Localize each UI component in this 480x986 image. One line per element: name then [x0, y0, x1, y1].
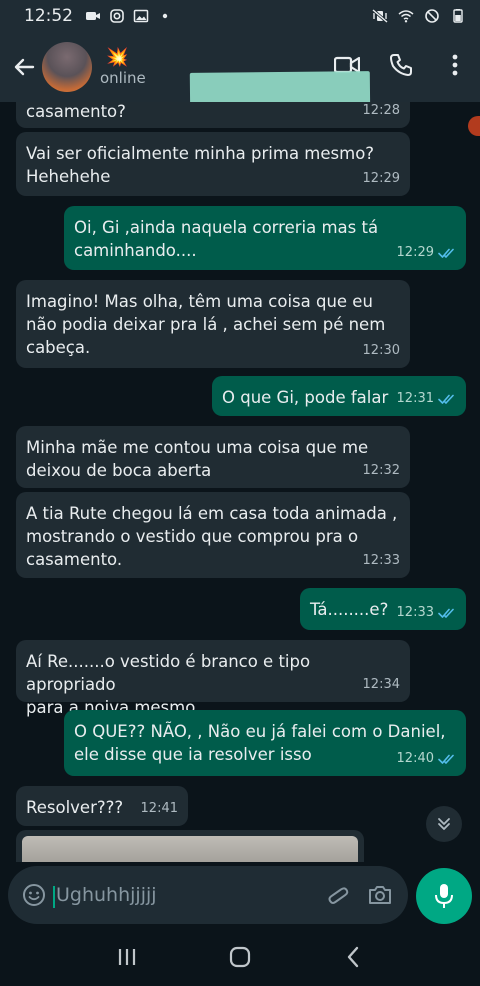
message-time: 12:30	[362, 343, 400, 358]
image-thumbnail	[22, 836, 358, 862]
message-incoming[interactable]: Imagino! Mas olha, têm uma coisa que eu …	[16, 280, 410, 368]
message-meta: 12:32	[363, 459, 400, 482]
arrow-left-icon	[14, 58, 35, 76]
message-meta: 12:33	[363, 549, 400, 572]
scroll-to-bottom-button[interactable]	[426, 806, 462, 842]
message-outgoing[interactable]: O que Gi, pode falar 12:31	[212, 376, 466, 416]
message-meta: 12:34	[363, 673, 400, 696]
message-time: 12:29	[362, 171, 400, 186]
message-incoming[interactable]: Aí Re.......o vestido é branco e tipo ap…	[16, 640, 410, 717]
message-time: 12:34	[362, 677, 400, 692]
message-text: Vai ser oficialmente minha prima mesmo? …	[26, 144, 375, 186]
instagram-icon	[110, 9, 124, 23]
back-nav-button[interactable]	[333, 937, 373, 977]
recent-apps-button[interactable]	[107, 937, 147, 977]
message-text: casamento?	[26, 102, 126, 121]
message-incoming[interactable]: Minha mãe me contou uma coisa que me dei…	[16, 426, 410, 488]
contact-status: online	[100, 69, 146, 87]
home-icon	[229, 946, 251, 968]
emoji-icon	[23, 884, 45, 906]
recent-apps-icon	[118, 949, 135, 965]
image-message[interactable]	[16, 830, 364, 862]
scroll-indicator	[468, 116, 480, 136]
message-meta: 12:31	[397, 387, 456, 410]
message-time: 12:33	[396, 605, 434, 620]
emoji-button[interactable]	[20, 881, 48, 909]
message-meta: 12:29	[363, 167, 400, 190]
read-receipt-icon	[438, 754, 454, 764]
message-meta: 12:33	[397, 601, 456, 624]
more-options-button[interactable]	[440, 50, 470, 80]
dot-icon	[162, 13, 168, 19]
read-receipt-icon	[438, 608, 454, 618]
message-outgoing[interactable]: Oi, Gi ,ainda naquela correria mas tá ca…	[64, 206, 466, 270]
camera-button[interactable]	[366, 881, 394, 909]
message-meta: 12:29	[397, 241, 456, 264]
camera-icon	[369, 886, 391, 904]
voice-call-button[interactable]	[386, 50, 416, 80]
system-navigation-bar	[0, 928, 480, 986]
composer-bar: Ughuhhjjjjj	[0, 862, 480, 928]
message-meta: 12:40	[397, 747, 456, 770]
message-meta: 12:41	[141, 797, 178, 820]
wifi-icon	[398, 10, 414, 23]
message-time: 12:32	[362, 463, 400, 478]
message-incoming[interactable]: Resolver??? 12:41	[16, 786, 188, 826]
read-receipt-icon	[438, 394, 454, 404]
message-time: 12:31	[396, 391, 434, 406]
back-button[interactable]	[6, 49, 42, 85]
message-meta: 12:30	[363, 339, 400, 362]
double-chevron-down-icon	[438, 818, 450, 830]
paperclip-icon	[328, 887, 349, 904]
battery-icon	[453, 9, 463, 23]
message-outgoing[interactable]: O QUE?? NÃO, , Não eu já falei com o Dan…	[64, 710, 466, 776]
status-bar: 12:52	[0, 0, 480, 32]
message-text: Imagino! Mas olha, têm uma coisa que eu …	[26, 292, 386, 357]
message-incoming[interactable]: Vai ser oficialmente minha prima mesmo? …	[16, 132, 410, 196]
more-vertical-icon	[452, 54, 458, 76]
contact-name-emoji: 💥	[106, 47, 129, 68]
message-meta: 12:28	[363, 102, 400, 122]
message-incoming[interactable]: A tia Rute chegou lá em casa toda animad…	[16, 492, 410, 578]
voice-message-button[interactable]	[416, 868, 472, 924]
phone-icon	[390, 54, 412, 76]
message-text: A tia Rute chegou lá em casa toda animad…	[26, 504, 398, 569]
mute-vibrate-icon	[372, 9, 388, 23]
chevron-left-icon	[348, 946, 359, 968]
microphone-icon	[435, 884, 453, 908]
home-button[interactable]	[220, 937, 260, 977]
status-time: 12:52	[24, 6, 73, 26]
message-text: Minha mãe me contou uma coisa que me dei…	[26, 438, 369, 480]
gallery-icon	[133, 9, 149, 23]
read-receipt-icon	[438, 248, 454, 258]
message-text: Aí Re.......o vestido é branco e tipo ap…	[26, 652, 311, 717]
message-input[interactable]: Ughuhhjjjjj	[53, 884, 324, 908]
message-list[interactable]: casamento? 12:28 Vai ser oficialmente mi…	[0, 102, 480, 862]
message-time: 12:33	[362, 553, 400, 568]
contact-info[interactable]: 💥 online	[100, 47, 146, 87]
attach-button[interactable]	[324, 881, 352, 909]
video-notification-icon	[86, 12, 100, 20]
avatar[interactable]	[42, 42, 92, 92]
do-not-disturb-icon	[425, 9, 439, 23]
message-time: 12:41	[140, 801, 178, 816]
message-time: 12:29	[396, 245, 434, 260]
message-input-field[interactable]: Ughuhhjjjjj	[8, 866, 408, 924]
message-outgoing[interactable]: Tá........e? 12:33	[300, 588, 466, 630]
message-incoming[interactable]: casamento? 12:28	[16, 102, 410, 128]
message-time: 12:28	[362, 103, 400, 118]
message-time: 12:40	[396, 751, 434, 766]
